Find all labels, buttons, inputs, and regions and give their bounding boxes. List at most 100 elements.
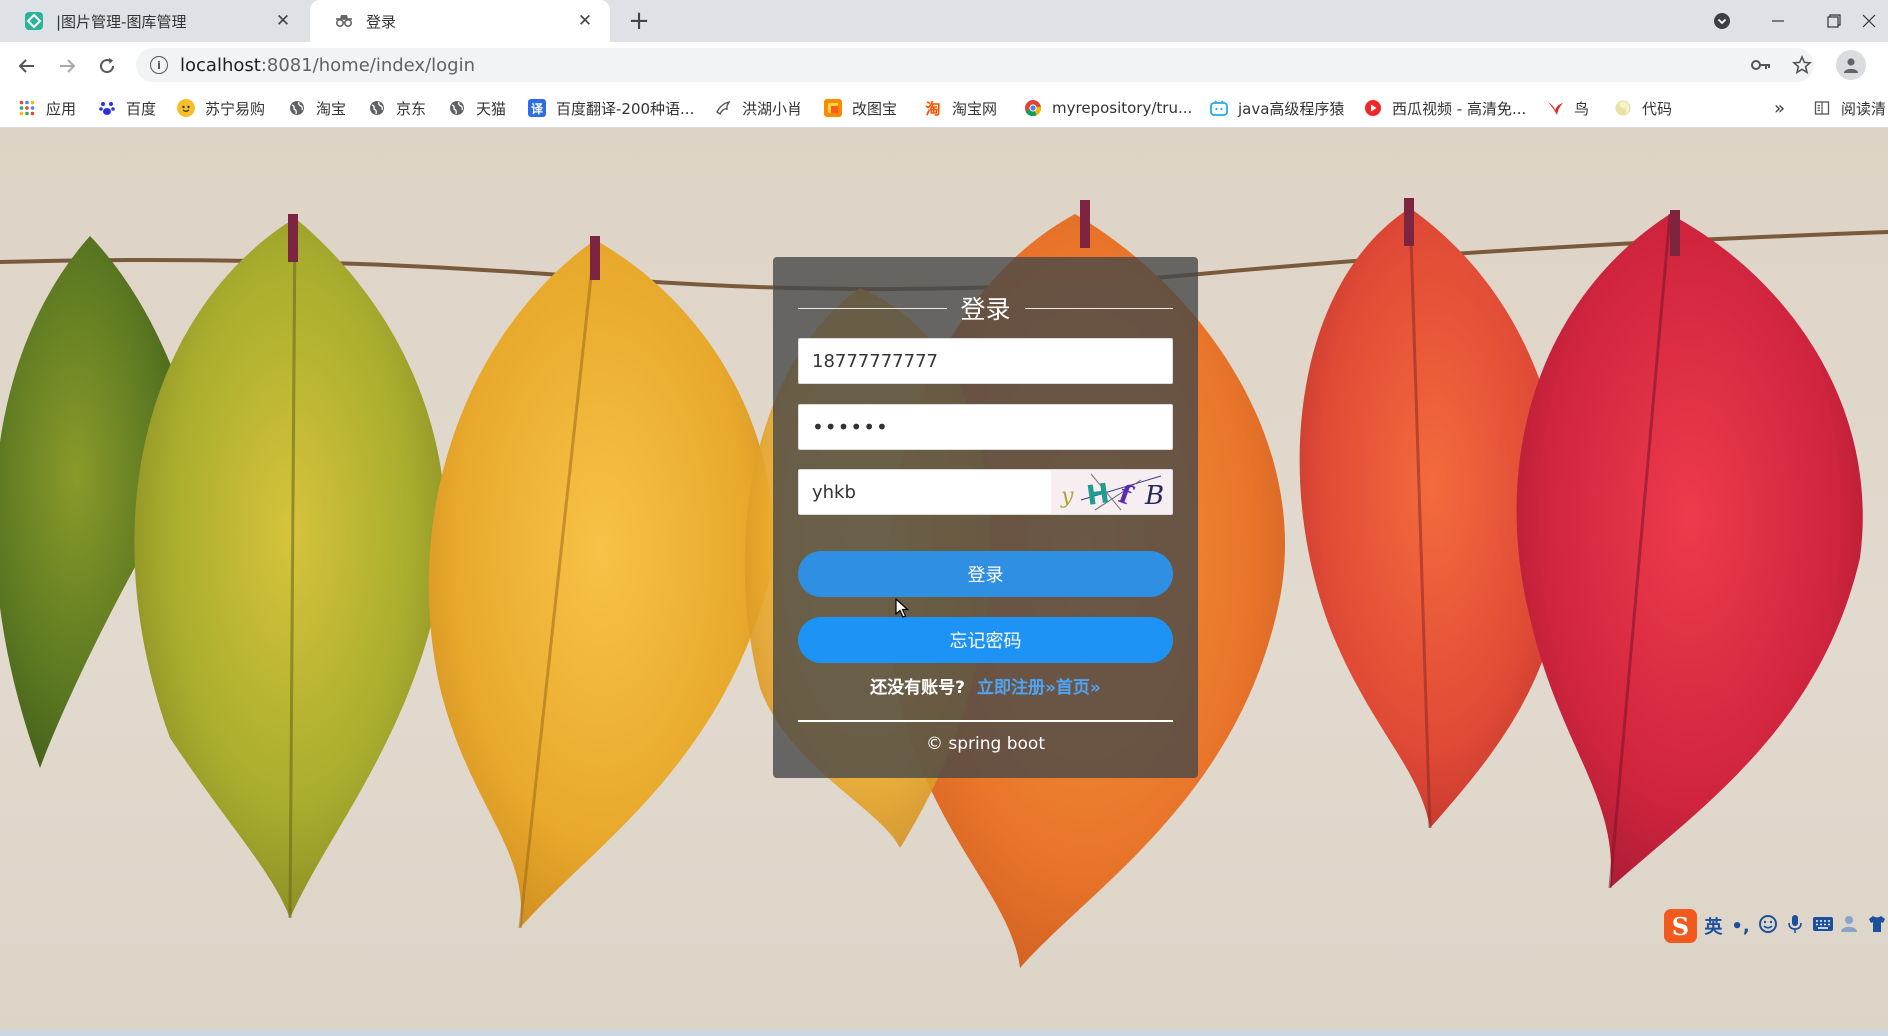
bookmark-label: 鸟 <box>1574 99 1590 118</box>
bookmark-code[interactable]: 代码 <box>1614 97 1672 119</box>
login-title: 登录 <box>798 291 1174 325</box>
captcha-char: H <box>1085 478 1112 512</box>
tab-search-icon[interactable] <box>1694 0 1750 42</box>
password-input[interactable] <box>798 404 1173 450</box>
login-card: 登录 y H f B 登录 忘记密码 还没有账号? 立即 <box>773 257 1198 778</box>
taobao-icon: 淘 <box>925 99 941 118</box>
bookmark-label: 改图宝 <box>852 99 898 118</box>
footer-divider <box>798 720 1173 722</box>
incognito-favicon-icon <box>334 11 354 31</box>
url-host: localhost <box>180 54 261 76</box>
site-info-icon[interactable]: i <box>150 56 168 74</box>
bookmark-xigua[interactable]: 西瓜视频 - 高清免... <box>1364 97 1526 119</box>
bookmark-baidu[interactable]: 百度 <box>98 97 156 119</box>
bookmark-jd[interactable]: 京东 <box>368 97 426 119</box>
bird-red-icon <box>1546 99 1564 117</box>
bookmark-honghu[interactable]: 洪湖小肖 <box>714 97 802 119</box>
chrome-icon <box>1024 99 1042 117</box>
bookmark-label: 天猫 <box>476 99 507 118</box>
page-viewport: 登录 y H f B 登录 忘记密码 还没有账号? 立即 <box>0 128 1888 1036</box>
bookmark-tmall[interactable]: 天猫 <box>448 97 506 119</box>
skin-shirt-icon[interactable] <box>1867 914 1888 939</box>
bookmarks-overflow-button[interactable]: » <box>1774 97 1785 119</box>
password-key-icon[interactable] <box>1746 50 1776 80</box>
profile-avatar-icon[interactable] <box>1836 50 1866 80</box>
signup-row: 还没有账号? 立即注册»首页» <box>798 670 1173 700</box>
login-heading: 登录 <box>960 295 1011 324</box>
bookmark-apps[interactable]: 应用 <box>18 97 76 119</box>
bookmark-label: 应用 <box>46 99 77 118</box>
bookmark-label: 淘宝网 <box>952 99 998 118</box>
tab-login[interactable]: 登录 ✕ <box>310 0 610 42</box>
bookmark-java[interactable]: java高级程序猿 <box>1210 97 1344 119</box>
address-bar[interactable]: i localhost:8081/home/index/login <box>136 48 1814 82</box>
title-divider-right <box>1024 307 1174 309</box>
sogou-s-icon[interactable]: S <box>1664 909 1697 943</box>
bookmark-bird[interactable]: 鸟 <box>1546 97 1589 119</box>
microphone-icon[interactable] <box>1784 914 1805 939</box>
ime-punct-toggle[interactable]: •, <box>1730 916 1751 937</box>
browser-toolbar: i localhost:8081/home/index/login <box>0 42 1888 88</box>
tab-gallery[interactable]: |图片管理-图库管理 ✕ <box>0 0 308 42</box>
close-window-icon[interactable] <box>1862 0 1888 42</box>
tab-title: |图片管理-图库管理 <box>56 12 187 31</box>
gallery-favicon-icon <box>24 11 44 31</box>
bookmark-star-icon[interactable] <box>1787 50 1817 80</box>
translate-icon: 译 <box>528 99 546 117</box>
bookmark-label: 西瓜视频 - 高清免... <box>1392 99 1527 118</box>
ime-toolbar: S 英 •, <box>1664 906 1888 946</box>
emoji-icon[interactable] <box>1757 914 1778 939</box>
ime-language-toggle[interactable]: 英 <box>1703 913 1724 939</box>
minimize-icon[interactable] <box>1750 0 1806 42</box>
bookmark-label: 百度 <box>126 99 157 118</box>
captcha-char: f <box>1115 479 1137 512</box>
reading-list-button[interactable]: 阅读清 <box>1813 97 1888 119</box>
forgot-password-button[interactable]: 忘记密码 <box>798 617 1173 663</box>
username-input[interactable] <box>798 338 1173 384</box>
bookmark-suning[interactable]: 苏宁易购 <box>177 97 265 119</box>
globe-icon <box>288 99 306 117</box>
bird-icon <box>714 99 732 117</box>
user-settings-icon[interactable] <box>1840 914 1861 939</box>
restore-icon[interactable] <box>1806 0 1862 42</box>
bookmark-label: 苏宁易购 <box>205 99 266 118</box>
close-tab-icon[interactable]: ✕ <box>574 10 596 32</box>
new-tab-button[interactable]: + <box>624 6 654 36</box>
title-divider-left <box>798 307 947 309</box>
bookmark-myrepository[interactable]: myrepository/tru... <box>1024 97 1192 119</box>
bookmark-label: 代码 <box>1642 99 1673 118</box>
bookmark-taobaowang[interactable]: 淘 淘宝网 <box>924 97 997 119</box>
bookmark-taobao[interactable]: 淘宝 <box>288 97 346 119</box>
bookmark-label: 京东 <box>396 99 427 118</box>
code-icon <box>1614 99 1632 117</box>
globe-icon <box>448 99 466 117</box>
back-icon[interactable] <box>11 50 43 82</box>
url-path: :8081/home/index/login <box>260 54 476 76</box>
tab-title: 登录 <box>366 12 397 31</box>
captcha-char: y <box>1060 484 1074 509</box>
captcha-char: B <box>1144 481 1164 511</box>
baidu-paw-icon <box>98 99 116 117</box>
bookmark-label: 淘宝 <box>316 99 347 118</box>
globe-icon <box>368 99 386 117</box>
tab-strip: |图片管理-图库管理 ✕ 登录 ✕ + <box>0 0 1888 42</box>
bilibili-icon <box>1210 99 1228 117</box>
keyboard-icon[interactable] <box>1812 916 1834 937</box>
suning-icon <box>177 99 195 117</box>
reload-icon[interactable] <box>91 50 123 82</box>
bookmark-baidu-translate[interactable]: 译 百度翻译-200种语... <box>528 97 694 119</box>
forward-icon[interactable] <box>51 50 83 82</box>
login-button[interactable]: 登录 <box>798 551 1173 597</box>
reading-list-label: 阅读清 <box>1841 99 1887 118</box>
gaitubao-icon <box>824 99 842 117</box>
no-account-text: 还没有账号? <box>870 677 965 698</box>
bottom-strip <box>0 1030 1888 1036</box>
signup-link[interactable]: 立即注册»首页» <box>977 673 1101 698</box>
bookmark-label: 洪湖小肖 <box>742 99 803 118</box>
bookmark-label: 百度翻译-200种语... <box>556 99 695 118</box>
bookmark-gaitubao[interactable]: 改图宝 <box>824 97 897 119</box>
close-tab-icon[interactable]: ✕ <box>272 10 294 32</box>
captcha-image[interactable]: y H f B <box>1051 470 1172 514</box>
bookmark-label: java高级程序猿 <box>1238 99 1345 118</box>
reading-list-icon <box>1813 99 1831 117</box>
